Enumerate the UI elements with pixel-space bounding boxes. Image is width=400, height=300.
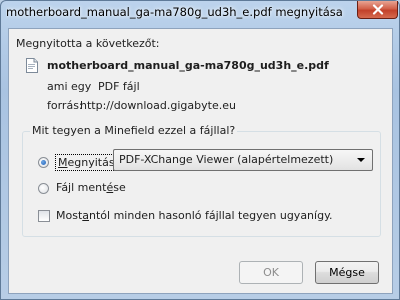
source-url: http://download.gigabyte.eu: [80, 99, 236, 112]
ok-button[interactable]: OK: [239, 261, 303, 284]
save-file-radio[interactable]: [38, 183, 49, 194]
file-type-label: ami egy: [47, 80, 92, 93]
prompt-text: Megnyitotta a következőt:: [16, 37, 160, 50]
radio-selected-dot: [41, 160, 46, 165]
application-select-value: PDF-XChange Viewer (alapértelmezett): [119, 153, 334, 166]
download-dialog-window: motherboard_manual_ga-ma780g_ud3h_e.pdf …: [0, 0, 400, 300]
file-name: motherboard_manual_ga-ma780g_ud3h_e.pdf: [47, 59, 329, 72]
remember-choice-label[interactable]: Mostantól minden hasonló fájllal tegyen …: [56, 209, 333, 222]
source-label: forrás:: [47, 99, 83, 112]
dialog-body: Megnyitotta a következőt: motherboard_ma…: [8, 28, 393, 294]
open-with-label[interactable]: Megnyitás: [55, 154, 118, 171]
cancel-button[interactable]: Mégse: [315, 261, 379, 284]
save-file-label[interactable]: Fájl mentése: [56, 181, 126, 194]
remember-choice-checkbox[interactable]: [38, 210, 50, 222]
title-bar[interactable]: motherboard_manual_ga-ma780g_ud3h_e.pdf …: [1, 1, 399, 27]
window-title: motherboard_manual_ga-ma780g_ud3h_e.pdf …: [6, 5, 343, 19]
pdf-file-icon: [26, 58, 38, 73]
file-type-value: PDF fájl: [98, 80, 140, 93]
open-with-radio[interactable]: [38, 157, 49, 168]
close-button[interactable]: [357, 1, 398, 19]
chevron-down-icon: [357, 158, 365, 162]
action-group-legend: Mit tegyen a Minefield ezzel a fájllal?: [30, 124, 238, 137]
close-icon: [372, 4, 384, 15]
action-groupbox: Mit tegyen a Minefield ezzel a fájllal? …: [22, 124, 381, 237]
application-select[interactable]: PDF-XChange Viewer (alapértelmezett): [113, 149, 373, 171]
